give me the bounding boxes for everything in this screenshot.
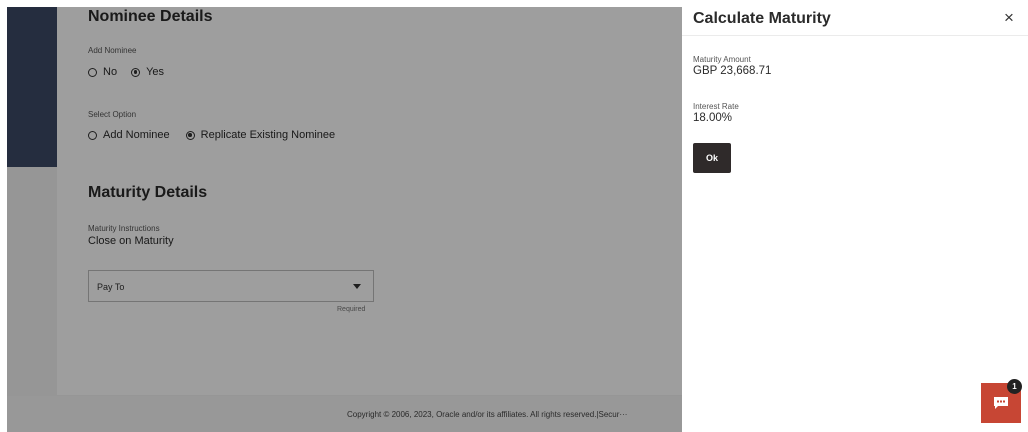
maturity-amount-value: GBP 23,668.71: [693, 65, 772, 77]
interest-rate-value: 18.00%: [693, 112, 733, 124]
modal-overlay[interactable]: [7, 7, 682, 432]
chat-badge: 1: [1007, 379, 1022, 394]
chat-icon: [994, 397, 1008, 409]
calculate-maturity-panel: Calculate Maturity × Maturity Amount GBP…: [682, 7, 1028, 432]
close-icon[interactable]: ×: [1004, 8, 1014, 28]
panel-divider: [682, 35, 1028, 36]
panel-title: Calculate Maturity: [693, 10, 831, 27]
app-frame: Nominee Details Add Nominee No Yes Selec…: [7, 7, 1028, 432]
maturity-amount-label: Maturity Amount: [693, 55, 751, 64]
ok-button[interactable]: Ok: [693, 143, 731, 173]
interest-rate-label: Interest Rate: [693, 102, 739, 111]
